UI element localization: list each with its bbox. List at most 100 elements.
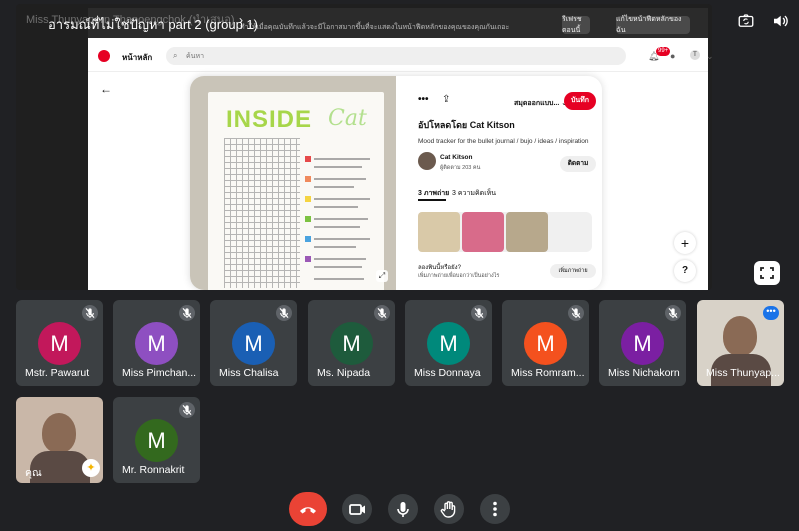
- participant-tile[interactable]: ✦ คุณ: [16, 397, 103, 483]
- avatar: M: [427, 322, 470, 365]
- share-icon[interactable]: ⇪: [442, 94, 450, 105]
- legend-line: [314, 198, 370, 200]
- avatar: M: [621, 322, 664, 365]
- mood-swatch: [305, 176, 311, 182]
- legend-line: [314, 158, 370, 160]
- participant-tile[interactable]: M Miss Nichakorn: [599, 300, 686, 386]
- mic-off-icon: [568, 305, 584, 321]
- legend-line: [314, 166, 362, 168]
- chevron-down-icon[interactable]: ⌄: [706, 51, 712, 62]
- save-button[interactable]: บันทึก: [564, 92, 596, 110]
- pinterest-header: หน้าหลัก ⌕ ค้นหา 🔔︎ 99+ ● T ⌄: [88, 38, 712, 72]
- notification-badge: 99+: [656, 47, 671, 56]
- participant-tile[interactable]: M Miss Donnaya: [405, 300, 492, 386]
- end-call-button[interactable]: [289, 492, 327, 526]
- creator-name[interactable]: Cat Kitson: [440, 154, 473, 161]
- mood-swatch: [305, 216, 311, 222]
- back-arrow-icon[interactable]: ←: [100, 82, 112, 96]
- tab-photos[interactable]: 3 ภาพถ่าย: [418, 188, 449, 199]
- mood-swatch: [305, 236, 311, 242]
- participant-tile[interactable]: M Miss Romram...: [502, 300, 589, 386]
- participant-name: Mstr. Pawarut: [25, 367, 90, 379]
- help-icon[interactable]: ?: [674, 260, 696, 282]
- photo-thumbnail[interactable]: [418, 212, 460, 252]
- chevron-right-icon[interactable]: ›: [239, 13, 243, 27]
- avatar: M: [38, 322, 81, 365]
- avatar: M: [524, 322, 567, 365]
- legend-line: [314, 226, 360, 228]
- meeting-title[interactable]: อารมณ์ที่ไม่ใช่ปัญหา part 2 (group 1): [48, 14, 258, 35]
- mic-off-icon: [276, 305, 292, 321]
- video-feed: [42, 413, 76, 453]
- video-button[interactable]: [342, 494, 372, 524]
- photo-thumbnails: [418, 212, 592, 252]
- tab-comments[interactable]: 3 ความคิดเห็น: [452, 188, 496, 199]
- legend-line: [314, 238, 370, 240]
- add-photo-button[interactable]: เพิ่มภาพถ่าย: [550, 264, 596, 278]
- photo-thumbnail[interactable]: [462, 212, 504, 252]
- more-options-icon[interactable]: •••: [418, 94, 429, 105]
- participant-tile[interactable]: M Mr. Ronnakrit: [113, 397, 200, 483]
- messages-icon[interactable]: ●: [670, 51, 675, 61]
- participant-name: Miss Thunyap...: [706, 367, 780, 379]
- raise-hand-button[interactable]: [434, 494, 464, 524]
- pin-image[interactable]: INSIDE Cat ⤢: [190, 76, 396, 290]
- participant-tile[interactable]: M Miss Chalisa: [210, 300, 297, 386]
- mic-button[interactable]: [388, 494, 418, 524]
- board-select[interactable]: สมุดออกแบบ... ⌄: [514, 98, 567, 109]
- legend-line: [314, 206, 358, 208]
- legend-line: [314, 278, 364, 280]
- speaker-icon[interactable]: [771, 12, 789, 30]
- shared-screen: ทำให้เมื่อคุณบันทึกแล้วจะมีโอกาสมากขึ้นท…: [16, 4, 712, 290]
- more-horiz-icon[interactable]: •••: [763, 306, 779, 320]
- mic-off-icon: [471, 305, 487, 321]
- fullscreen-button[interactable]: [754, 261, 780, 285]
- photo-thumbnail[interactable]: [506, 212, 548, 252]
- participant-name: Miss Pimchan...: [122, 367, 197, 379]
- participant-name: Mr. Ronnakrit: [122, 464, 185, 476]
- effects-icon[interactable]: ✦: [82, 459, 100, 477]
- mood-swatch: [305, 196, 311, 202]
- pin-description: Mood tracker for the bullet journal / bu…: [418, 138, 589, 145]
- search-placeholder: ค้นหา: [186, 53, 205, 60]
- mood-grid: [224, 138, 300, 288]
- participant-tile[interactable]: M Mstr. Pawarut: [16, 300, 103, 386]
- participant-name: Miss Nichakorn: [608, 367, 680, 379]
- participant-tile[interactable]: M Miss Pimchan...: [113, 300, 200, 386]
- edit-feed-button[interactable]: แก้ไขหน้าฟีดหลักของฉัน: [616, 16, 690, 34]
- creator-avatar[interactable]: [418, 152, 436, 170]
- fullscreen-icon: [760, 267, 774, 279]
- profile-avatar[interactable]: T: [690, 50, 700, 60]
- more-vert-icon: [493, 501, 497, 517]
- legend-line: [314, 266, 362, 268]
- try-pin-text: ลองพินนี้หรือยัง?: [418, 265, 461, 271]
- mic-off-icon: [665, 305, 681, 321]
- search-input[interactable]: ⌕ ค้นหา: [166, 47, 626, 65]
- image-word-cat: Cat: [328, 106, 367, 131]
- legend-line: [314, 258, 366, 260]
- avatar: M: [135, 419, 178, 462]
- legend-line: [314, 178, 366, 180]
- expand-image-icon[interactable]: ⤢: [376, 270, 388, 282]
- more-options-button[interactable]: [480, 494, 510, 524]
- follow-button[interactable]: ติดตาม: [560, 156, 596, 172]
- mic-off-icon: [82, 305, 98, 321]
- mic-icon: [397, 502, 409, 517]
- try-pin-subtext: เพิ่มภาพถ่ายเพื่อบอกว่าเป็นอย่างไร: [418, 273, 500, 279]
- pin-card: INSIDE Cat ⤢ ••• ⇪ สมุดออกแบบ... ⌄ บันทึ…: [190, 76, 602, 290]
- legend-line: [314, 186, 354, 188]
- participant-tile[interactable]: M Ms. Nipada: [308, 300, 395, 386]
- image-word-inside: INSIDE: [226, 106, 313, 133]
- participant-name: Miss Romram...: [511, 367, 585, 379]
- tab-underline: [418, 199, 446, 201]
- refresh-now-button[interactable]: รีเฟรช ตอนนี้: [562, 16, 590, 34]
- add-icon[interactable]: +: [674, 232, 696, 254]
- pinterest-logo-icon[interactable]: [98, 50, 110, 62]
- participant-name: คุณ: [25, 467, 42, 479]
- home-link[interactable]: หน้าหลัก: [122, 51, 152, 64]
- camera-switch-icon[interactable]: [737, 12, 755, 30]
- legend-line: [314, 218, 368, 220]
- participant-tile[interactable]: ••• Miss Thunyap...: [697, 300, 784, 386]
- video-feed: [723, 316, 757, 356]
- avatar: M: [135, 322, 178, 365]
